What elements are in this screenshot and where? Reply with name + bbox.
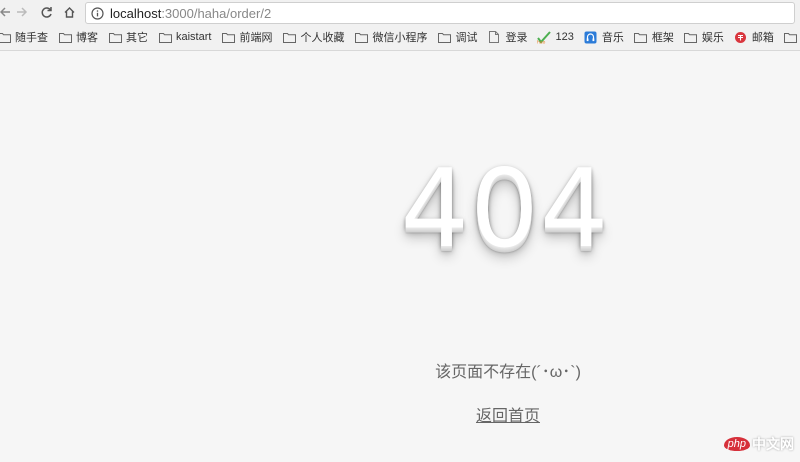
watermark-text: 中文网 (752, 436, 794, 452)
bookmark-label: 其它 (126, 32, 148, 44)
reload-icon (41, 6, 52, 18)
php-logo: php (723, 437, 750, 451)
bookmark-other[interactable]: 其它 (108, 29, 148, 45)
music-icon (584, 31, 598, 43)
folder-icon (354, 31, 368, 43)
mail-icon (734, 31, 748, 43)
bookmark-label: 随手查 (15, 32, 48, 44)
folder-icon (158, 31, 172, 43)
bookmark-frontend[interactable]: 前端网 (221, 29, 272, 45)
bookmark-label: 音乐 (601, 32, 624, 44)
folder-icon (282, 31, 296, 43)
home-icon (64, 6, 74, 18)
bookmark-miniprogram[interactable]: 微信小程序 (354, 29, 427, 45)
reload-button[interactable] (37, 3, 55, 21)
folder-icon (634, 31, 648, 43)
folder-icon (58, 31, 72, 43)
home-button[interactable] (60, 3, 78, 21)
bookmark-kaistart[interactable]: kaistart (158, 31, 211, 43)
bookmark-123[interactable]: hao 123 (537, 30, 574, 44)
bookmark-mail[interactable]: 邮箱 (734, 29, 774, 45)
bookmark-debug[interactable]: 调试 (437, 29, 477, 45)
back-button[interactable] (0, 3, 14, 21)
back-home-link[interactable]: 返回首页 (458, 402, 558, 426)
page-content: 404 该页面不存在(´･ω･`) 返回首页 (0, 51, 800, 462)
bookmark-label: 123 (555, 31, 574, 43)
info-icon[interactable] (91, 6, 104, 20)
bookmark-temp[interactable]: 临 (784, 29, 800, 45)
browser-toolbar: localhost:3000/haha/order/2 (0, 0, 800, 26)
folder-icon (437, 31, 451, 43)
bookmark-entertainment[interactable]: 娱乐 (684, 29, 724, 45)
error-code: 404 (400, 147, 610, 272)
back-arrow-icon (0, 7, 10, 17)
bookmark-suishoucha[interactable]: 随手查 (0, 29, 48, 45)
bookmark-label: kaistart (176, 31, 212, 43)
bookmark-label: 框架 (651, 32, 674, 44)
browser-chrome: localhost:3000/haha/order/2 随手查 博客 其它 ka… (0, 0, 800, 51)
bookmark-personal[interactable]: 个人收藏 (282, 29, 344, 45)
folder-icon (784, 31, 798, 43)
forward-arrow-icon (17, 7, 28, 17)
site-watermark: php 中文网 (723, 434, 794, 454)
folder-icon (221, 31, 235, 43)
bookmark-label: 登录 (505, 32, 528, 44)
bookmark-label: 邮箱 (751, 32, 774, 44)
folder-icon (108, 31, 122, 43)
bookmark-label: 调试 (455, 32, 478, 44)
url-path: :3000/haha/order/2 (161, 5, 272, 21)
page-icon (487, 31, 501, 43)
bookmark-framework[interactable]: 框架 (634, 29, 674, 45)
address-bar[interactable]: localhost:3000/haha/order/2 (85, 2, 795, 24)
bookmark-label: 博客 (76, 32, 98, 44)
bookmarks-bar: 随手查 博客 其它 kaistart 前端网 个人收藏 微信小程序 调试 登录 … (0, 26, 800, 48)
error-message: 该页面不存在(´･ω･`) (435, 364, 581, 381)
bookmark-label: 前端网 (239, 32, 273, 44)
bookmark-label: 娱乐 (701, 32, 724, 44)
bookmark-label: 微信小程序 (372, 32, 428, 44)
folder-icon (684, 31, 698, 43)
bookmark-blog[interactable]: 博客 (58, 29, 98, 45)
bookmark-login[interactable]: 登录 (487, 29, 527, 45)
hao123-icon: hao (537, 30, 552, 44)
folder-icon (0, 31, 11, 43)
bookmark-music[interactable]: 音乐 (584, 29, 624, 45)
url-host: localhost (110, 5, 162, 21)
svg-text:hao: hao (537, 39, 546, 44)
bookmark-label: 个人收藏 (300, 32, 345, 44)
forward-button[interactable] (13, 3, 31, 21)
